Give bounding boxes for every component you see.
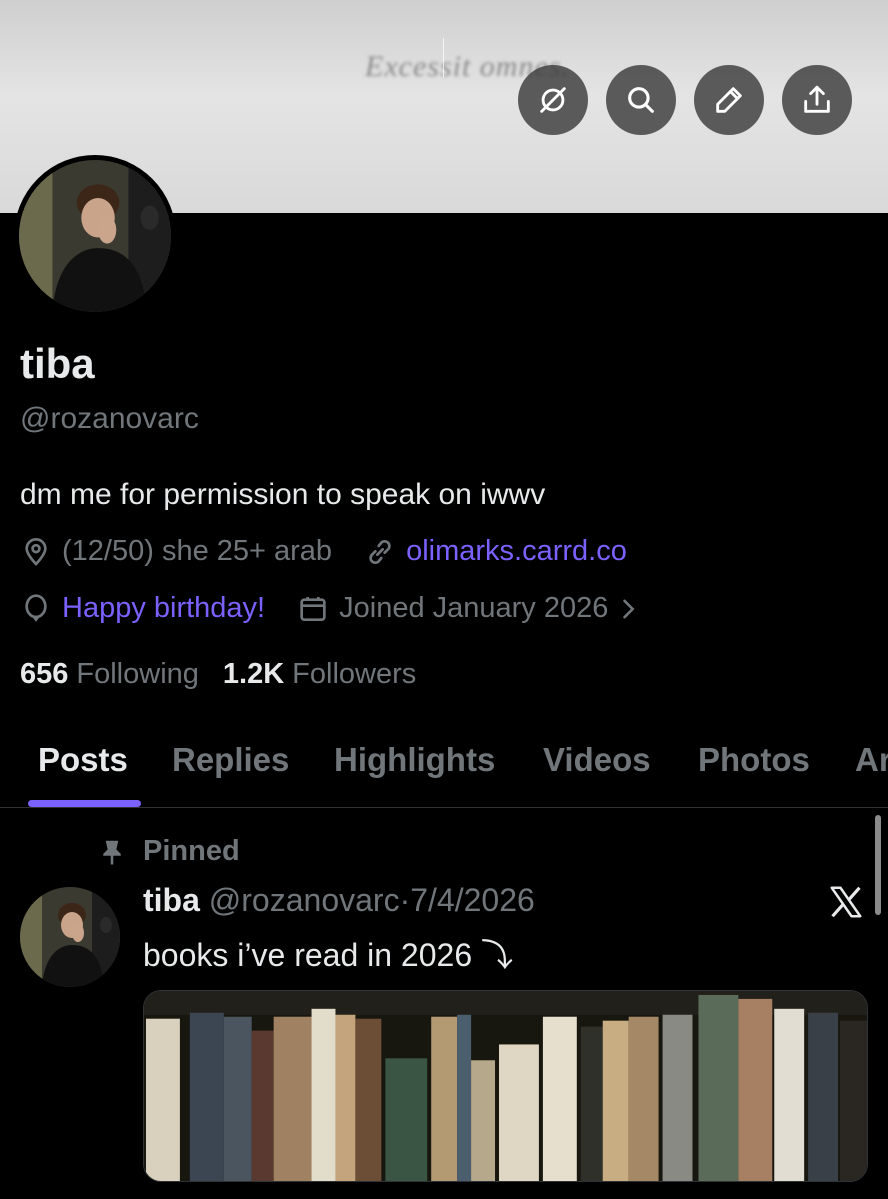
website-item[interactable]: olimarks.carrd.co bbox=[364, 535, 627, 568]
location-item: (12/50) she 25+ arab bbox=[20, 535, 332, 568]
birthday-item[interactable]: Happy birthday! bbox=[20, 592, 265, 625]
profile-handle: @rozanovarc bbox=[20, 402, 199, 435]
followers-label: Followers bbox=[292, 658, 417, 690]
balloon-icon bbox=[25, 593, 47, 622]
profile-page: Excessit omnes. tiba @rozanovarc dm me f… bbox=[0, 0, 888, 1199]
post-image[interactable] bbox=[143, 990, 868, 1182]
edit-icon bbox=[716, 87, 742, 113]
following-count: 656 bbox=[20, 658, 69, 690]
pinned-label: Pinned bbox=[97, 835, 240, 868]
location-text: (12/50) she 25+ arab bbox=[62, 535, 333, 567]
joined-item[interactable]: Joined January 2026 bbox=[297, 592, 652, 625]
share-button[interactable] bbox=[782, 65, 852, 135]
joined-text: Joined January 2026 bbox=[339, 592, 609, 624]
active-tab-indicator bbox=[28, 800, 141, 807]
search-icon bbox=[628, 87, 654, 113]
followers-link[interactable]: 1.2K Followers bbox=[223, 658, 416, 691]
share-icon bbox=[804, 85, 830, 113]
post-avatar[interactable] bbox=[20, 887, 120, 987]
x-logo-icon bbox=[830, 886, 862, 918]
following-label: Following bbox=[76, 658, 199, 690]
birthday-text[interactable]: Happy birthday! bbox=[62, 592, 265, 625]
profile-name: tiba bbox=[20, 340, 95, 387]
bookshelf-image bbox=[144, 991, 867, 1181]
edit-button[interactable] bbox=[694, 65, 764, 135]
tab-highlights[interactable]: Highlights bbox=[334, 741, 495, 779]
post-text: books i’ve read in 2026 ⤵︎ bbox=[143, 937, 514, 973]
unlink-icon bbox=[540, 87, 566, 113]
following-link[interactable]: 656 Following bbox=[20, 658, 199, 691]
followers-count: 1.2K bbox=[222, 658, 285, 690]
profile-meta-row-1: (12/50) she 25+ arab olimarks.carrd.co bbox=[20, 535, 627, 568]
post-header: tiba @rozanovarc·7/4/2026 bbox=[143, 882, 535, 919]
tab-articles[interactable]: Articles bbox=[855, 741, 888, 779]
tab-videos[interactable]: Videos bbox=[543, 741, 651, 779]
unlink-button[interactable] bbox=[518, 65, 588, 135]
post-author-name[interactable]: tiba bbox=[143, 882, 200, 918]
link-icon bbox=[369, 539, 391, 564]
website-link[interactable]: olimarks.carrd.co bbox=[406, 535, 627, 568]
pin-icon bbox=[103, 840, 121, 864]
avatar-image bbox=[19, 160, 171, 312]
post-separator: · bbox=[399, 882, 411, 918]
search-button[interactable] bbox=[606, 65, 676, 135]
banner-actions bbox=[518, 65, 852, 135]
follow-counts: 656 Following 1.2K Followers bbox=[20, 658, 416, 691]
post-author-handle[interactable]: @rozanovarc bbox=[209, 882, 400, 918]
profile-meta-row-2: Happy birthday! Joined January 2026 bbox=[20, 592, 652, 625]
post-date[interactable]: 7/4/2026 bbox=[410, 882, 535, 918]
post-avatar-image bbox=[20, 887, 120, 987]
tab-photos[interactable]: Photos bbox=[698, 741, 810, 779]
chevron-right-icon bbox=[623, 599, 635, 618]
profile-avatar[interactable] bbox=[14, 155, 176, 317]
profile-bio: dm me for permission to speak on iwwv bbox=[20, 478, 546, 511]
pinned-text: Pinned bbox=[143, 835, 240, 867]
calendar-icon bbox=[300, 596, 326, 621]
scrollbar[interactable] bbox=[875, 815, 881, 915]
banner-divider bbox=[443, 38, 444, 78]
tab-replies[interactable]: Replies bbox=[172, 741, 289, 779]
tab-posts[interactable]: Posts bbox=[38, 741, 128, 779]
profile-tabs: Posts Replies Highlights Videos Photos A… bbox=[0, 735, 888, 808]
location-pin-icon bbox=[25, 537, 47, 566]
